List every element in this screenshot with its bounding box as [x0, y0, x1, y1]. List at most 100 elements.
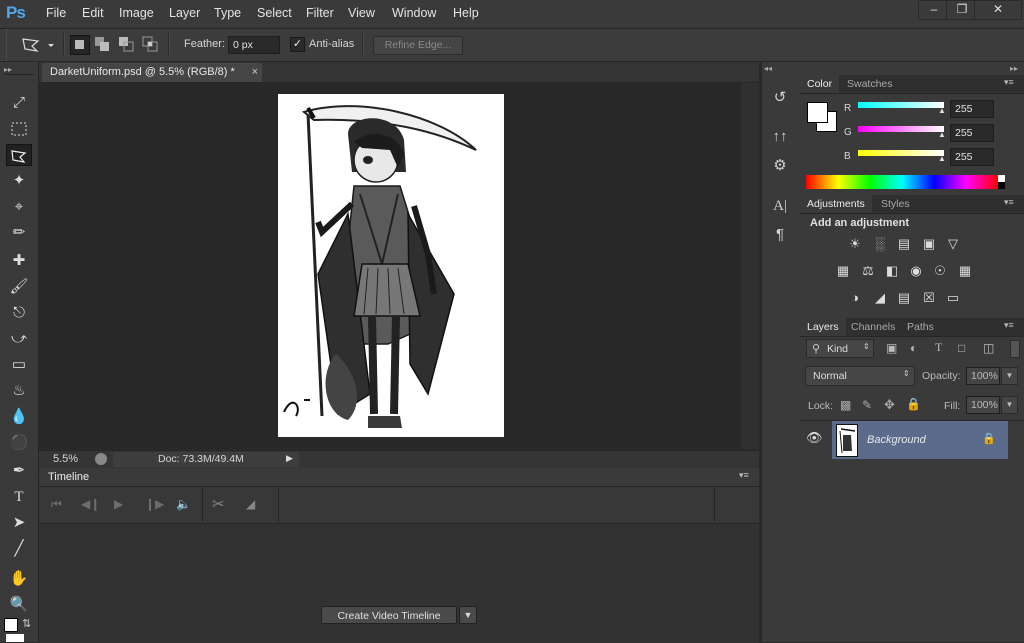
transition-icon[interactable]: ◢	[246, 497, 255, 511]
menu-type[interactable]: Type	[214, 6, 241, 20]
go-to-first-frame-icon[interactable]: ⏮	[51, 497, 62, 512]
previous-frame-icon[interactable]: ◀❙	[81, 497, 100, 511]
filter-adjustment-icon[interactable]: ◐	[910, 341, 917, 355]
color-balance-icon[interactable]: ⚖	[859, 263, 877, 279]
fill-input[interactable]: 100%	[966, 396, 1000, 414]
history-panel-icon[interactable]: ↺	[770, 88, 790, 106]
hand-tool-icon[interactable]: ✋	[6, 568, 32, 590]
tab-paths[interactable]: Paths	[900, 318, 941, 336]
refine-edge-button[interactable]: Refine Edge...	[373, 36, 463, 55]
blue-value-input[interactable]: 255	[950, 148, 994, 166]
tab-styles[interactable]: Styles	[874, 195, 917, 213]
tab-adjustments[interactable]: Adjustments	[800, 195, 872, 213]
color-lookup-icon[interactable]: ▦	[956, 263, 974, 279]
audio-icon[interactable]: 🔈	[176, 497, 191, 511]
antialias-checkbox[interactable]: ✓	[290, 37, 305, 52]
lock-all-icon[interactable]: 🔒	[906, 397, 921, 411]
default-colors-icon[interactable]	[4, 618, 18, 632]
tab-channels[interactable]: Channels	[844, 318, 902, 336]
channel-mixer-icon[interactable]: ☉	[931, 263, 949, 279]
marquee-tool-icon[interactable]	[6, 118, 32, 140]
filter-shape-icon[interactable]: □	[958, 341, 965, 355]
next-frame-icon[interactable]: ❙▶	[145, 497, 164, 511]
play-icon[interactable]: ▶	[114, 497, 123, 511]
swap-colors-icon[interactable]: ⇅	[22, 617, 31, 630]
levels-icon[interactable]: ░	[871, 236, 889, 252]
collapse-panels-icon[interactable]: ◂◂	[764, 64, 772, 73]
layer-row[interactable]: Background 🔒	[832, 421, 1008, 459]
pen-tool-icon[interactable]: ✒	[6, 460, 32, 482]
red-value-input[interactable]: 255	[950, 100, 994, 118]
menu-window[interactable]: Window	[392, 6, 436, 20]
status-menu-arrow-icon[interactable]: ▶	[286, 453, 293, 464]
new-selection-icon[interactable]	[70, 35, 90, 55]
menu-view[interactable]: View	[348, 6, 375, 20]
add-to-selection-icon[interactable]	[94, 36, 110, 52]
tab-layers[interactable]: Layers	[800, 318, 846, 336]
vibrance-icon[interactable]: ▽	[944, 236, 962, 252]
threshold-icon[interactable]: ▤	[895, 290, 913, 306]
foreground-color-swatch[interactable]	[6, 634, 24, 642]
character-panel-icon[interactable]: A|	[770, 198, 790, 215]
brush-presets-icon[interactable]: ↑↑	[770, 128, 790, 145]
menu-image[interactable]: Image	[119, 6, 154, 20]
tool-preset-picker[interactable]	[20, 35, 56, 55]
gradient-map-icon[interactable]: ▭	[944, 290, 962, 306]
clone-stamp-tool-icon[interactable]: ⎋	[6, 302, 32, 324]
selective-color-icon[interactable]: ☒	[920, 290, 938, 306]
expand-panels-icon[interactable]: ▸▸	[1010, 64, 1018, 73]
panel-menu-icon[interactable]: ▾≡	[1004, 197, 1014, 208]
layer-name[interactable]: Background	[867, 434, 926, 446]
curves-icon[interactable]: ▤	[895, 236, 913, 252]
layer-filter-kind-select[interactable]: ⚲ Kind ⇕	[806, 339, 874, 358]
posterize-icon[interactable]: ◢	[871, 290, 889, 306]
polygonal-lasso-tool-icon[interactable]	[6, 144, 32, 166]
subtract-from-selection-icon[interactable]	[118, 36, 134, 52]
black-ramp-swatch[interactable]	[998, 182, 1005, 189]
healing-brush-tool-icon[interactable]: ✚	[6, 250, 32, 272]
filter-type-icon[interactable]: T	[935, 340, 942, 355]
dodge-tool-icon[interactable]: ⚫	[6, 432, 32, 454]
lock-position-icon[interactable]: ✥	[884, 397, 895, 413]
crop-tool-icon[interactable]: ⌖	[6, 196, 32, 218]
tool-presets-icon[interactable]: ⚙	[770, 156, 790, 174]
tab-swatches[interactable]: Swatches	[840, 75, 900, 93]
filter-toggle[interactable]	[1010, 340, 1020, 358]
red-slider-thumb-icon[interactable]: ▲	[938, 106, 946, 115]
blue-slider-thumb-icon[interactable]: ▲	[938, 154, 946, 163]
menu-file[interactable]: File	[46, 6, 66, 20]
document-canvas[interactable]	[278, 94, 504, 437]
menu-help[interactable]: Help	[453, 6, 479, 20]
feather-input[interactable]: 0 px	[228, 36, 280, 54]
green-value-input[interactable]: 255	[950, 124, 994, 142]
zoom-level[interactable]: 5.5%	[53, 453, 78, 465]
white-ramp-swatch[interactable]	[998, 175, 1005, 182]
eyedropper-tool-icon[interactable]: ✏	[6, 222, 32, 244]
filter-smart-object-icon[interactable]: ◫	[983, 341, 994, 355]
blend-mode-select[interactable]: Normal ⇕	[805, 366, 915, 386]
magic-wand-tool-icon[interactable]: ✦	[6, 170, 32, 192]
lock-image-pixels-icon[interactable]: ✎	[862, 398, 872, 412]
brightness-contrast-icon[interactable]: ☀	[846, 236, 864, 252]
green-slider-thumb-icon[interactable]: ▲	[938, 130, 946, 139]
hue-saturation-icon[interactable]: ▦	[834, 263, 852, 279]
eye-icon[interactable]: 👁	[806, 430, 823, 446]
invert-icon[interactable]: ◑	[846, 290, 864, 306]
status-info-icon[interactable]	[95, 453, 107, 465]
split-at-playhead-icon[interactable]: ✂	[212, 495, 225, 513]
options-grip[interactable]	[6, 29, 13, 61]
menu-filter[interactable]: Filter	[306, 6, 334, 20]
blue-slider[interactable]	[858, 150, 944, 156]
document-tab[interactable]: DarketUniform.psd @ 5.5% (RGB/8) * ×	[42, 63, 262, 82]
color-spectrum-ramp[interactable]	[806, 175, 998, 189]
chevron-down-icon[interactable]: ▼	[1001, 367, 1018, 385]
foreground-color-swatch[interactable]	[807, 102, 828, 123]
panel-menu-icon[interactable]: ▾≡	[1004, 77, 1014, 88]
type-tool-icon[interactable]: T	[6, 486, 32, 508]
panel-menu-icon[interactable]: ▾≡	[739, 470, 749, 481]
photo-filter-icon[interactable]: ◉	[907, 263, 925, 279]
collapse-toolbox-icon[interactable]: ▸▸	[4, 65, 12, 74]
create-video-timeline-button[interactable]: Create Video Timeline	[321, 606, 457, 624]
black-white-icon[interactable]: ◧	[883, 263, 901, 279]
red-slider[interactable]	[858, 102, 944, 108]
